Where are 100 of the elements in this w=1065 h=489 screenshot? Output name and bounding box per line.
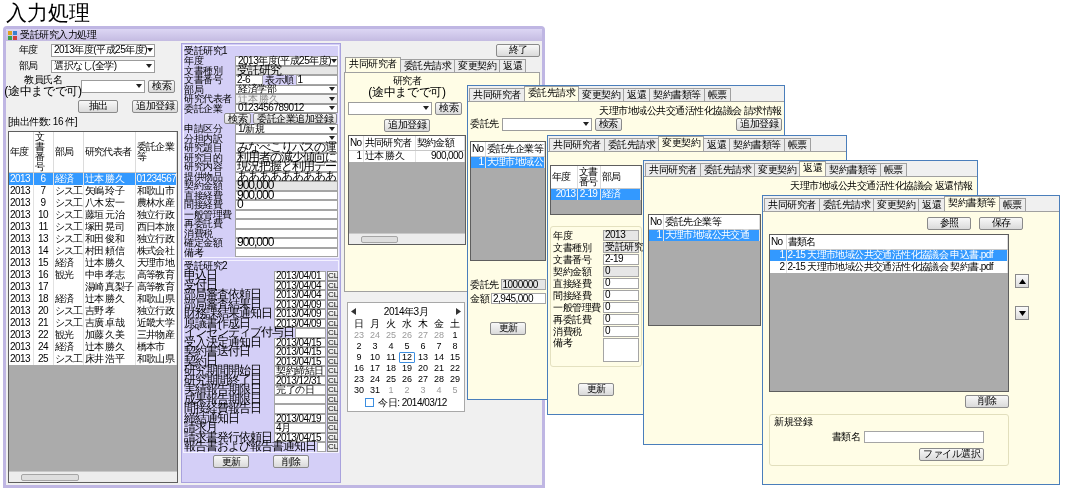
calendar-day[interactable]: 6	[415, 341, 431, 352]
table-row[interactable]: 2 2-15 天理市地域公共交通活性化協議会 契約書.pdf	[770, 261, 1008, 273]
text-field[interactable]	[235, 228, 338, 238]
search-button[interactable]: 検索	[435, 101, 462, 115]
calendar-day[interactable]: 25	[383, 374, 399, 385]
previous-month-icon[interactable]	[351, 308, 356, 315]
calendar-day[interactable]: 4	[383, 341, 399, 352]
tab[interactable]: 返還	[499, 59, 526, 72]
calendar-day[interactable]: 23	[351, 374, 367, 385]
text-field[interactable]: 2,945,000	[491, 293, 546, 304]
calendar-day[interactable]: 22	[447, 363, 463, 374]
tab[interactable]: 委託先請求	[523, 86, 579, 101]
calendar-day[interactable]: 29	[447, 374, 463, 385]
tab[interactable]: 変更契約	[454, 59, 500, 72]
calendar-day[interactable]: 30	[351, 385, 367, 396]
calendar-day[interactable]: 21	[431, 363, 447, 374]
tab[interactable]: 共同研究者	[469, 88, 525, 101]
add-button[interactable]: 追加登録	[736, 117, 782, 131]
date-field[interactable]: 2013/04/09	[274, 309, 326, 319]
tab[interactable]: 帳票	[879, 163, 907, 176]
clear-button[interactable]: CL	[327, 290, 338, 300]
dropdown[interactable]: 2013年度(平成25年度)	[51, 43, 155, 57]
text-field[interactable]: 0	[603, 278, 639, 289]
dropdown[interactable]	[81, 79, 145, 93]
calendar-day[interactable]: 2	[351, 341, 367, 352]
update-button[interactable]: 更新	[578, 382, 614, 396]
text-field[interactable]: 1000000	[500, 279, 546, 290]
calendar-day[interactable]: 14	[431, 352, 447, 363]
clear-button[interactable]: CL	[327, 366, 338, 376]
text-field[interactable]	[235, 219, 338, 229]
tab[interactable]: 帳票	[783, 138, 811, 151]
calendar-day[interactable]: 13	[415, 352, 431, 363]
calendar-day[interactable]: 16	[351, 363, 367, 374]
calendar-day[interactable]: 3	[367, 341, 383, 352]
calendar-day[interactable]: 31	[367, 385, 383, 396]
text-field[interactable]: 受託研究	[235, 65, 338, 75]
tab[interactable]: 変更契約	[873, 198, 919, 211]
calendar-day[interactable]: 15	[447, 352, 463, 363]
calendar-day[interactable]: 28	[431, 374, 447, 385]
tab[interactable]: 委託先請求	[603, 138, 659, 151]
tab[interactable]: 委託先請求	[399, 59, 455, 72]
add-button[interactable]: 追加登録	[384, 118, 430, 132]
tab[interactable]: 変更契約	[754, 163, 800, 176]
date-field[interactable]: 2013/04/04	[274, 280, 326, 290]
clear-button[interactable]: CL	[327, 328, 338, 338]
text-field[interactable]: 0	[603, 290, 639, 301]
text-field[interactable]: 1	[295, 75, 338, 85]
calendar-day[interactable]: 18	[383, 363, 399, 374]
tab[interactable]: 契約書類等	[825, 163, 881, 176]
calendar-day[interactable]: 8	[447, 341, 463, 352]
scrollbar[interactable]	[9, 471, 177, 482]
calendar-day[interactable]: 9	[351, 352, 367, 363]
text-field[interactable]: 現況把握と利用デー	[235, 162, 338, 172]
calendar-day[interactable]: 19	[399, 363, 415, 374]
dropdown[interactable]	[348, 101, 432, 115]
date-field[interactable]: 2013/04/09	[274, 299, 326, 309]
clear-button[interactable]: CL	[327, 442, 338, 452]
extract-button[interactable]: 抽出	[78, 99, 118, 113]
calendar-day[interactable]: 7	[431, 341, 447, 352]
tab[interactable]: 返還	[703, 138, 730, 151]
clear-button[interactable]: CL	[327, 423, 338, 433]
tab[interactable]: 契約書類等	[944, 196, 1000, 211]
search-button[interactable]: 検索	[148, 79, 175, 93]
next-month-icon[interactable]	[456, 308, 461, 315]
clear-button[interactable]: CL	[327, 404, 338, 414]
scrollbar[interactable]	[349, 233, 465, 244]
calendar-day[interactable]: 26	[399, 374, 415, 385]
calendar-day[interactable]: 10	[367, 352, 383, 363]
tab[interactable]: 返還	[918, 198, 945, 211]
memo-field[interactable]	[603, 338, 639, 362]
delete-button[interactable]: 削除	[965, 394, 1009, 408]
clear-button[interactable]: CL	[327, 347, 338, 357]
clear-button[interactable]: CL	[327, 309, 338, 319]
date-field[interactable]	[295, 328, 326, 338]
tab[interactable]: 契約書類等	[649, 88, 705, 101]
date-field[interactable]: 2013/04/01	[274, 271, 326, 281]
calendar-day[interactable]: 11	[383, 352, 399, 363]
action-button[interactable]: 委託企業追加登録	[253, 113, 337, 124]
delete-button[interactable]: 削除	[273, 455, 309, 468]
text-field[interactable]: 2013	[603, 230, 639, 241]
calendar-day[interactable]: 17	[367, 363, 383, 374]
date-field[interactable]: 完了の日	[274, 385, 326, 395]
file-select-button[interactable]: ファイル選択	[919, 447, 984, 461]
tab[interactable]: 帳票	[703, 88, 731, 101]
move-up-button[interactable]	[1015, 274, 1029, 288]
tab[interactable]: 委託先請求	[818, 198, 874, 211]
clear-button[interactable]: CL	[327, 271, 338, 281]
date-field[interactable]: 2013/04/15	[274, 347, 326, 357]
calendar-day[interactable]: 1	[447, 330, 463, 341]
move-down-button[interactable]	[1015, 306, 1029, 320]
dropdown[interactable]: 1/新規	[235, 124, 338, 134]
date-field[interactable]	[317, 442, 326, 452]
text-field[interactable]: 900,000	[235, 238, 338, 248]
text-field[interactable]: 900,000	[235, 181, 338, 191]
tab[interactable]: 共同研究者	[549, 138, 605, 151]
text-field[interactable]: 2-6	[235, 75, 263, 85]
clear-button[interactable]: CL	[327, 385, 338, 395]
dropdown[interactable]: 選択なし(全学)	[51, 59, 155, 73]
tab[interactable]: 共同研究者	[645, 163, 701, 176]
text-field[interactable]	[235, 247, 338, 257]
